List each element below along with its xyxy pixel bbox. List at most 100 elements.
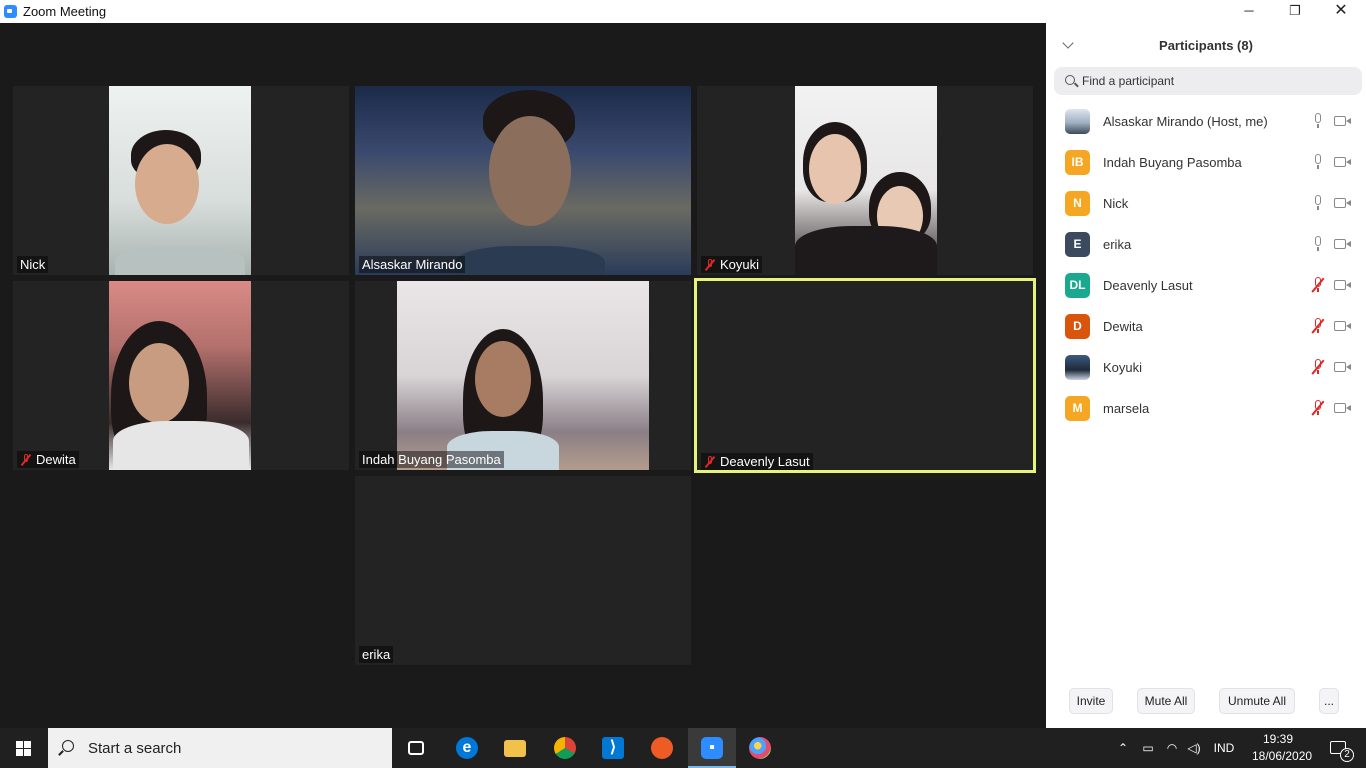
video-camera-icon[interactable] [1334,280,1351,290]
avatar [1065,109,1090,134]
participant-row[interactable]: Koyuki [1046,347,1366,388]
wifi-icon[interactable]: ◠ [1161,728,1183,768]
video-camera-icon[interactable] [1334,321,1351,331]
start-button[interactable] [0,728,48,768]
participant-row[interactable]: N Nick [1046,183,1366,224]
participant-search-box[interactable] [1054,67,1362,95]
file-explorer-taskbar-button[interactable] [491,728,539,768]
paint-taskbar-button[interactable] [736,728,784,768]
taskbar: Start a search e ⟩ ▪ ⌃ ▭ ◠ ◁) IND 19:39 … [0,728,1366,768]
zoom-taskbar-button[interactable]: ▪ [688,728,736,768]
gallery-view: Nick Alsaskar Mirando Koyuki Dewita Inda… [0,23,1046,728]
participant-row[interactable]: E erika [1046,224,1366,265]
tile-name-label: Alsaskar Mirando [359,256,466,273]
microphone-icon[interactable] [1312,113,1324,129]
video-tile-deavenly-lasut[interactable]: Deavenly Lasut [694,278,1036,473]
edge-taskbar-button[interactable]: e [443,728,491,768]
participant-name: Alsaskar Mirando (Host, me) [1103,114,1268,129]
restore-button[interactable]: ❐ [1272,0,1318,23]
battery-icon[interactable]: ▭ [1137,728,1159,768]
microphone-muted-icon[interactable] [1311,277,1325,293]
action-center-button[interactable]: 2 [1318,728,1366,768]
folder-icon [504,740,526,757]
microphone-icon[interactable] [1312,195,1324,211]
invite-button[interactable]: Invite [1069,688,1113,714]
participant-row[interactable]: DL Deavenly Lasut [1046,265,1366,306]
video-tile-dewita[interactable]: Dewita [13,281,349,470]
taskbar-clock[interactable]: 19:39 18/06/2020 [1252,731,1312,765]
avatar [1065,355,1090,380]
mic-muted-icon [704,455,716,468]
close-button[interactable]: ✕ [1318,0,1364,23]
mute-all-button[interactable]: Mute All [1137,688,1195,714]
avatar: N [1065,191,1090,216]
tile-name-label: Indah Buyang Pasomba [359,451,504,468]
video-tile-nick[interactable]: Nick [13,86,349,275]
video-camera-icon[interactable] [1334,403,1351,413]
tile-name-label: erika [359,646,394,663]
language-indicator[interactable]: IND [1207,728,1241,768]
taskbar-search-text: Start a search [88,740,182,757]
title-bar: Zoom Meeting ─ ❐ ✕ [0,0,1366,23]
participant-video [355,86,691,275]
chrome-taskbar-button[interactable] [541,728,589,768]
more-options-button[interactable]: ... [1319,688,1339,714]
video-camera-icon[interactable] [1334,362,1351,372]
vscode-taskbar-button[interactable]: ⟩ [589,728,637,768]
volume-icon[interactable]: ◁) [1183,728,1205,768]
search-icon [62,740,74,752]
avatar: D [1065,314,1090,339]
video-tile-indah-buyang-pasomba[interactable]: Indah Buyang Pasomba [355,281,691,470]
tile-name-label: Koyuki [701,256,763,273]
video-tile-alsaskar-mirando[interactable]: Alsaskar Mirando [355,86,691,275]
participant-row[interactable]: M marsela [1046,388,1366,429]
task-view-icon [408,741,424,755]
zoom-icon: ▪ [701,737,723,759]
video-camera-icon[interactable] [1334,198,1351,208]
microphone-muted-icon[interactable] [1311,359,1325,375]
avatar: M [1065,396,1090,421]
tile-name-label: Deavenly Lasut [701,453,813,470]
vscode-icon: ⟩ [602,737,624,759]
microphone-muted-icon[interactable] [1311,400,1325,416]
microphone-muted-icon[interactable] [1311,318,1325,334]
chevron-up-icon[interactable]: ⌃ [1113,728,1133,768]
participant-name: erika [1103,237,1132,252]
participants-footer: Invite Mute All Unmute All ... [1046,688,1366,716]
edge-icon: e [456,737,478,759]
avatar: E [1065,232,1090,257]
video-camera-icon[interactable] [1334,157,1351,167]
participant-name: Koyuki [1103,360,1143,375]
minimize-button[interactable]: ─ [1226,0,1272,23]
avatar: DL [1065,273,1090,298]
notification-count: 2 [1340,748,1354,762]
avatar: IB [1065,150,1090,175]
tile-name-label: Dewita [17,451,79,468]
participant-video [795,86,937,275]
participant-video [397,281,649,470]
participants-panel: Participants (8) Alsaskar Mirando (Host,… [1046,23,1366,728]
video-camera-icon[interactable] [1334,116,1351,126]
window-title: Zoom Meeting [23,4,107,19]
participant-name: Dewita [1103,319,1143,334]
video-camera-icon[interactable] [1334,239,1351,249]
video-tile-koyuki[interactable]: Koyuki [697,86,1033,275]
participant-search-input[interactable] [1082,72,1352,90]
mic-muted-icon [20,453,32,466]
participant-row[interactable]: Alsaskar Mirando (Host, me) [1046,101,1366,142]
unmute-all-button[interactable]: Unmute All [1219,688,1295,714]
video-tile-erika[interactable]: erika [355,476,691,665]
participant-list: Alsaskar Mirando (Host, me) IB Indah Buy… [1046,101,1366,429]
paint-palette-icon [749,737,771,759]
search-icon [1065,75,1075,85]
participant-row[interactable]: D Dewita [1046,306,1366,347]
taskbar-search-box[interactable]: Start a search [48,728,392,768]
participants-header: Participants (8) [1046,23,1366,67]
microphone-icon[interactable] [1312,154,1324,170]
postman-taskbar-button[interactable] [638,728,686,768]
participant-name: marsela [1103,401,1150,416]
microphone-icon[interactable] [1312,236,1324,252]
mic-muted-icon [704,258,716,271]
participant-row[interactable]: IB Indah Buyang Pasomba [1046,142,1366,183]
task-view-button[interactable] [392,728,440,768]
